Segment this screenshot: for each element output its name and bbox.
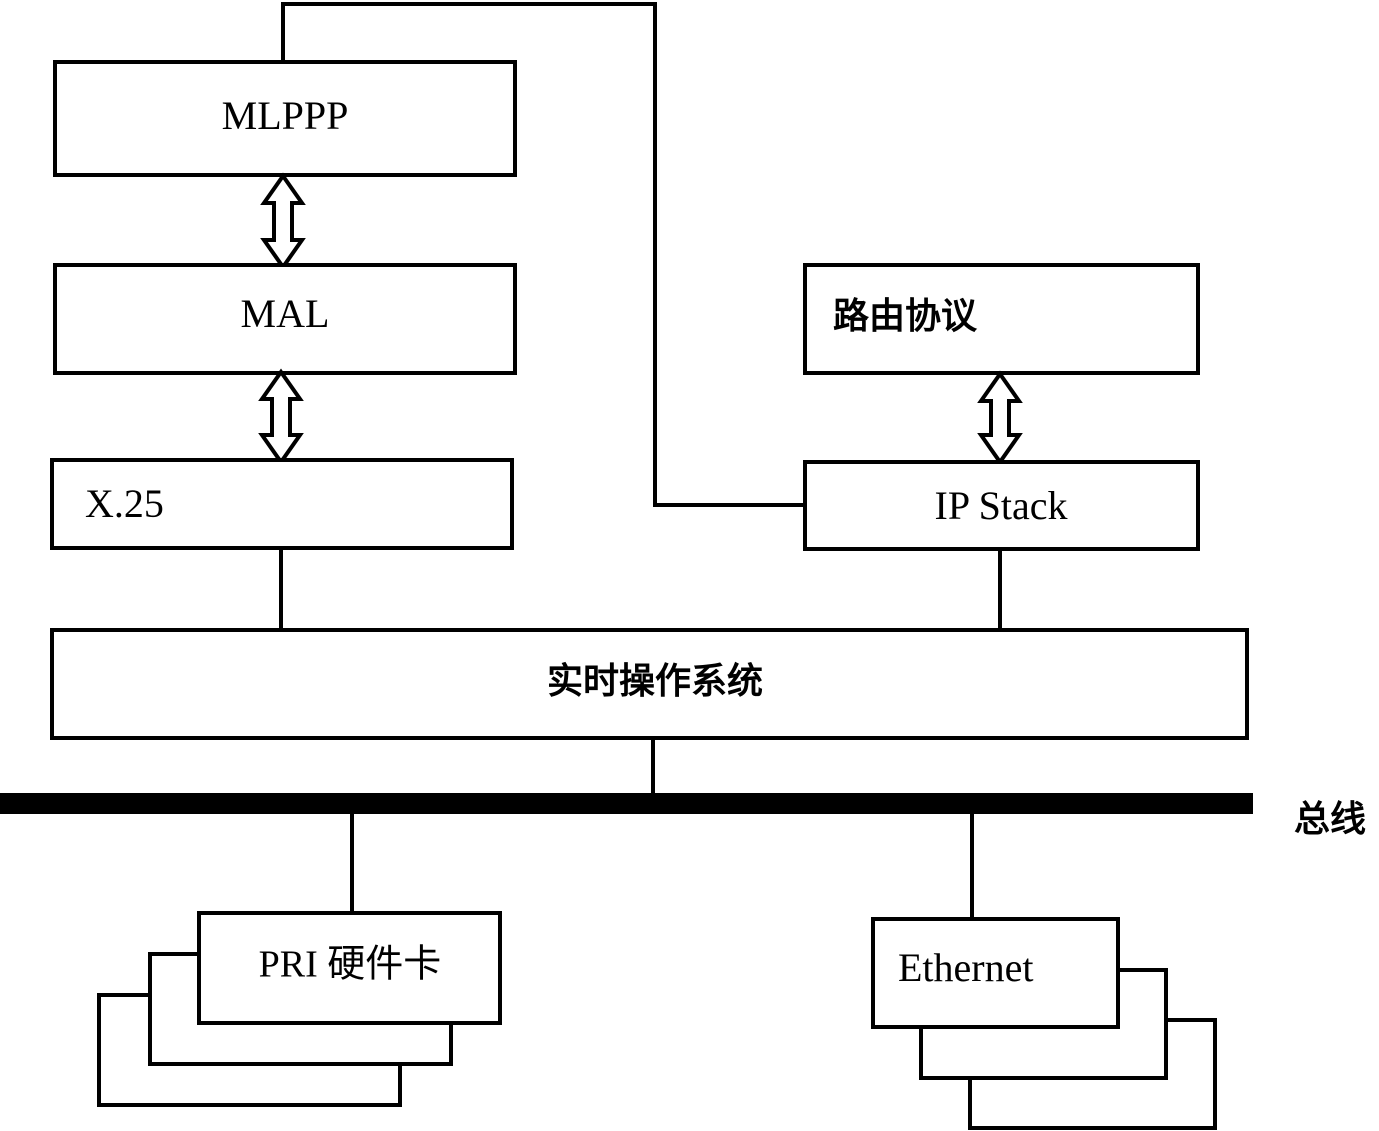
bus-label: 总线 xyxy=(1294,799,1366,840)
box-x25-label: X.25 xyxy=(85,481,164,526)
box-mal-label: MAL xyxy=(241,291,330,336)
diagram-canvas: MLPPP MAL X.25 路由协议 IP Stack 实时操作系统 总线 P… xyxy=(0,2,1366,1130)
arrow-mal-x25 xyxy=(258,368,304,466)
card-ethernet-label: Ethernet xyxy=(898,945,1034,990)
bus-bar xyxy=(0,793,1253,814)
box-ip-stack-label: IP Stack xyxy=(935,483,1068,528)
arrow-routing-ip-stack xyxy=(977,370,1023,466)
arrow-mlppp-mal xyxy=(260,172,306,271)
card-pri-label: PRI 硬件卡 xyxy=(259,944,442,986)
box-rtos-label: 实时操作系统 xyxy=(547,661,763,702)
architecture-diagram: MLPPP MAL X.25 路由协议 IP Stack 实时操作系统 总线 P… xyxy=(0,0,1379,1131)
box-routing-protocol-label: 路由协议 xyxy=(833,296,978,337)
box-mlppp-label: MLPPP xyxy=(222,93,349,138)
